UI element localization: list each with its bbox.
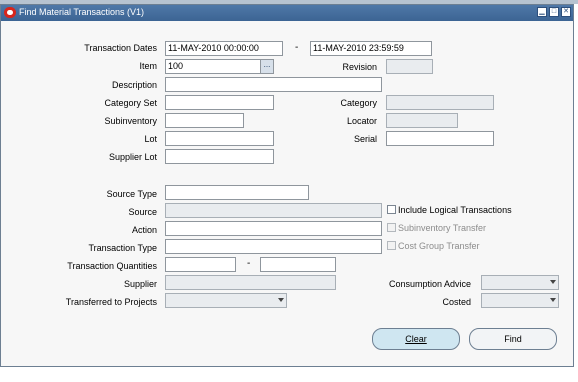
source-type-field[interactable] [165,185,309,200]
description-label: Description [111,80,157,90]
category-field[interactable] [386,95,494,110]
consumption-advice-select[interactable] [481,275,559,290]
locator-field[interactable] [386,113,458,128]
quantity-to-field[interactable] [260,257,336,272]
chevron-down-icon[interactable] [278,298,284,302]
lot-label: Lot [144,134,157,144]
cost-group-transfer-checkbox[interactable]: Cost Group Transfer [387,241,480,251]
find-button-label: Find [504,334,522,344]
include-logical-label: Include Logical Transactions [398,205,512,215]
lot-field[interactable] [165,131,274,146]
transaction-date-from-field[interactable]: 11-MAY-2010 00:00:00 [165,41,283,56]
quantity-from-field[interactable] [165,257,236,272]
transferred-to-projects-label: Transferred to Projects [65,297,157,307]
item-label: Item [139,61,157,71]
costed-label: Costed [442,297,471,307]
include-logical-checkbox-box[interactable] [387,205,396,214]
find-button[interactable]: Find [469,328,557,350]
transferred-to-projects-select[interactable] [165,293,287,308]
item-lov-icon[interactable]: ... [260,60,273,73]
category-set-field[interactable] [165,95,274,110]
clear-button[interactable]: Clear [372,328,460,350]
supplier-label: Supplier [123,279,157,289]
consumption-advice-label: Consumption Advice [388,279,471,289]
source-field[interactable] [165,203,382,218]
minimize-icon[interactable]: ▁ [537,7,547,17]
window-titlebar: Find Material Transactions (V1) ▁ □ ✕ [1,5,573,21]
oracle-logo-icon [4,7,16,18]
costed-select[interactable] [481,293,559,308]
serial-label: Serial [353,134,377,144]
date-range-separator: - [295,42,299,53]
window-title: Find Material Transactions (V1) [19,7,145,17]
chevron-down-icon[interactable] [550,280,556,284]
supplier-field[interactable] [165,275,336,290]
item-value: 100 [168,61,184,71]
maximize-icon[interactable]: □ [549,7,559,17]
category-set-label: Category Set [104,98,157,108]
clear-button-label: Clear [405,334,427,344]
subinventory-field[interactable] [165,113,244,128]
cost-group-transfer-checkbox-box[interactable] [387,241,396,250]
source-type-label: Source Type [106,189,157,199]
category-label: Category [340,98,377,108]
supplier-lot-label: Supplier Lot [108,152,157,162]
find-material-transactions-window: Find Material Transactions (V1) ▁ □ ✕ Tr… [0,4,574,367]
transaction-type-label: Transaction Type [88,243,157,253]
close-icon[interactable]: ✕ [561,7,571,17]
chevron-down-icon[interactable] [550,298,556,302]
supplier-lot-field[interactable] [165,149,274,164]
transaction-type-field[interactable] [165,239,382,254]
source-label: Source [128,207,157,217]
action-label: Action [131,225,157,235]
subinventory-transfer-checkbox[interactable]: Subinventory Transfer [387,223,486,233]
subinventory-label: Subinventory [104,116,157,126]
revision-label: Revision [342,62,377,72]
action-field[interactable] [165,221,382,236]
include-logical-checkbox[interactable]: Include Logical Transactions [387,205,512,215]
revision-field[interactable] [386,59,433,74]
locator-label: Locator [346,116,377,126]
transaction-dates-label: Transaction Dates [84,43,157,53]
cost-group-transfer-label: Cost Group Transfer [398,241,480,251]
quantity-range-separator: - [247,258,251,269]
description-field[interactable] [165,77,382,92]
subinventory-transfer-label: Subinventory Transfer [398,223,487,233]
serial-field[interactable] [386,131,494,146]
transaction-date-to-field[interactable]: 11-MAY-2010 23:59:59 [310,41,432,56]
transaction-quantities-label: Transaction Quantities [67,261,157,271]
item-field[interactable]: 100 ... [165,59,274,74]
subinventory-transfer-checkbox-box[interactable] [387,223,396,232]
